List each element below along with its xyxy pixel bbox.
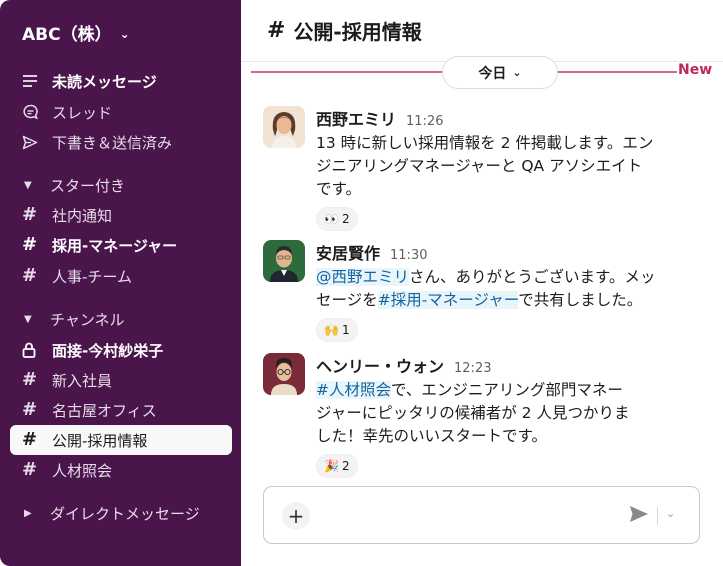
new-label: New — [678, 62, 713, 78]
sidebar-item-label: 公開-採用情報 — [52, 431, 148, 450]
channel-title: 公開-採用情報 — [293, 20, 422, 44]
message-line: ジャーにピッタリの候補者が 2 人見つかりま — [316, 404, 630, 422]
section-direct-messages[interactable]: ▶ ダイレクトメッセージ — [10, 498, 200, 528]
message-body: 西野エミリ 11:26 13 時に新しい採用情報を 2 件掲載します。エン ジニ… — [316, 106, 706, 231]
sidebar-item-label: スレッド — [52, 103, 113, 122]
reaction-count: 1 — [341, 323, 350, 337]
message-line: ジニアリングマネージャーと QA アソシエイト — [316, 157, 643, 175]
avatar[interactable] — [263, 353, 305, 395]
sidebar: ABC（株） ⌄ 未読メッセージ スレッド 下書き＆送信済み ▼ スター付き #… — [0, 0, 241, 566]
caret-right-icon: ▶ — [24, 507, 32, 519]
message-fragment: で、エンジニアリング部門マネー — [391, 381, 623, 399]
message-text: @西野エミリさん、ありがとうございます。メッ セージを#採用-マネージャーで共有… — [316, 266, 706, 312]
message-line: した！幸先のいいスタートです。 — [316, 427, 547, 445]
message-fragment: さん、ありがとうございます。メッ — [409, 268, 656, 286]
sidebar-item-nagoya-office[interactable]: # 名古屋オフィス — [10, 395, 232, 425]
sidebar-item-drafts[interactable]: 下書き＆送信済み — [10, 127, 232, 157]
user-mention[interactable]: @西野エミリ — [316, 268, 410, 286]
date-label: 今日 — [478, 65, 507, 82]
workspace-name: ABC（株） — [22, 25, 112, 45]
reaction-count: 2 — [341, 212, 350, 226]
date-jump-button[interactable]: 今日 ⌄ — [442, 56, 558, 89]
send-icon[interactable] — [629, 505, 649, 527]
message-text: #人材照会で、エンジニアリング部門マネー ジャーにピッタリの候補者が 2 人見つ… — [316, 379, 706, 448]
hash-icon: # — [22, 459, 38, 480]
chevron-down-icon[interactable]: ⌄ — [666, 507, 675, 520]
send-icon — [22, 135, 44, 150]
channel-view: # 公開-採用情報 今日 ⌄ New 西野エミリ 11:26 13 時に新しい採… — [241, 0, 723, 566]
reaction-pill[interactable]: 🎉 2 — [316, 454, 358, 478]
chevron-down-icon: ⌄ — [512, 66, 522, 79]
message-fragment: で共有しました。 — [518, 291, 643, 309]
message-input[interactable] — [324, 501, 614, 531]
message-composer[interactable]: + ⌄ — [263, 486, 700, 544]
timestamp[interactable]: 12:23 — [454, 361, 491, 376]
message-line: @西野エミリさん、ありがとうございます。メッ — [316, 266, 706, 289]
sidebar-item-unread[interactable]: 未読メッセージ — [10, 66, 232, 96]
hash-icon: # — [22, 265, 38, 286]
sidebar-item-label: 面接-今村紗栄子 — [52, 341, 164, 360]
sidebar-item-new-hires[interactable]: # 新入社員 — [10, 365, 232, 395]
sidebar-item-interview[interactable]: 面接-今村紗栄子 — [10, 335, 232, 365]
avatar[interactable] — [263, 240, 305, 282]
section-label: チャンネル — [50, 310, 125, 329]
sidebar-item-referrals[interactable]: # 人材照会 — [10, 455, 232, 485]
message-line: セージを#採用-マネージャーで共有しました。 — [316, 289, 706, 312]
caret-down-icon: ▼ — [24, 179, 32, 191]
party-popper-emoji-icon: 🎉 — [324, 459, 339, 473]
timestamp[interactable]: 11:26 — [406, 114, 443, 129]
section-channels[interactable]: ▼ チャンネル — [10, 304, 125, 334]
avatar[interactable] — [263, 106, 305, 148]
sidebar-item-label: 社内通知 — [52, 206, 113, 225]
sidebar-item-label: 新入社員 — [52, 371, 113, 390]
sidebar-item-threads[interactable]: スレッド — [10, 97, 232, 127]
message-line: です。 — [316, 180, 361, 198]
channel-link[interactable]: #採用-マネージャー — [377, 291, 519, 309]
caret-down-icon: ▼ — [24, 313, 32, 325]
threads-icon — [22, 104, 44, 120]
message-body: ヘンリー・ウォン 12:23 #人材照会で、エンジニアリング部門マネー ジャーに… — [316, 353, 706, 478]
chevron-down-icon: ⌄ — [119, 26, 130, 41]
message-body: 安居賢作 11:30 @西野エミリさん、ありがとうございます。メッ セージを#採… — [316, 240, 706, 342]
sidebar-item-label: 採用-マネージャー — [52, 236, 178, 255]
author-name[interactable]: 西野エミリ — [316, 106, 396, 130]
sidebar-item-label: 名古屋オフィス — [52, 401, 157, 420]
sidebar-item-hr-team[interactable]: # 人事-チーム — [10, 261, 232, 291]
hash-icon: # — [22, 204, 38, 225]
sidebar-item-company-news[interactable]: # 社内通知 — [10, 200, 232, 230]
message-text: 13 時に新しい採用情報を 2 件掲載します。エン ジニアリングマネージャーと … — [316, 132, 706, 201]
eyes-emoji-icon: 👀 — [324, 212, 339, 226]
hash-icon: # — [267, 17, 286, 43]
sidebar-item-hiring-managers[interactable]: # 採用-マネージャー — [10, 230, 232, 260]
unread-icon — [22, 74, 44, 88]
workspace-switcher[interactable]: ABC（株） ⌄ — [22, 20, 130, 45]
timestamp[interactable]: 11:30 — [390, 248, 427, 263]
message-line: 13 時に新しい採用情報を 2 件掲載します。エン — [316, 134, 654, 152]
sidebar-item-label: 未読メッセージ — [52, 72, 157, 91]
author-name[interactable]: 安居賢作 — [316, 240, 380, 264]
author-name[interactable]: ヘンリー・ウォン — [316, 353, 444, 377]
sidebar-item-public-jobs[interactable]: # 公開-採用情報 — [10, 425, 232, 455]
message-line: #人材照会で、エンジニアリング部門マネー — [316, 379, 706, 402]
channel-header[interactable]: # 公開-採用情報 — [241, 0, 723, 62]
sidebar-item-label: 人材照会 — [52, 461, 113, 480]
channel-link[interactable]: #人材照会 — [316, 381, 391, 399]
reaction-pill[interactable]: 🙌 1 — [316, 318, 358, 342]
section-label: スター付き — [50, 176, 126, 195]
message-fragment: セージを — [316, 291, 378, 309]
raised-hands-emoji-icon: 🙌 — [324, 323, 339, 337]
section-label: ダイレクトメッセージ — [50, 504, 200, 523]
hash-icon: # — [22, 234, 38, 255]
lock-icon — [22, 342, 44, 358]
hash-icon: # — [22, 369, 38, 390]
hash-icon: # — [22, 429, 38, 450]
sidebar-item-label: 人事-チーム — [52, 267, 132, 286]
sidebar-item-label: 下書き＆送信済み — [52, 133, 173, 152]
reaction-count: 2 — [341, 459, 350, 473]
hash-icon: # — [22, 399, 38, 420]
reaction-pill[interactable]: 👀 2 — [316, 207, 358, 231]
divider — [657, 507, 658, 525]
plus-icon[interactable]: + — [282, 502, 310, 530]
section-starred[interactable]: ▼ スター付き — [10, 170, 125, 200]
